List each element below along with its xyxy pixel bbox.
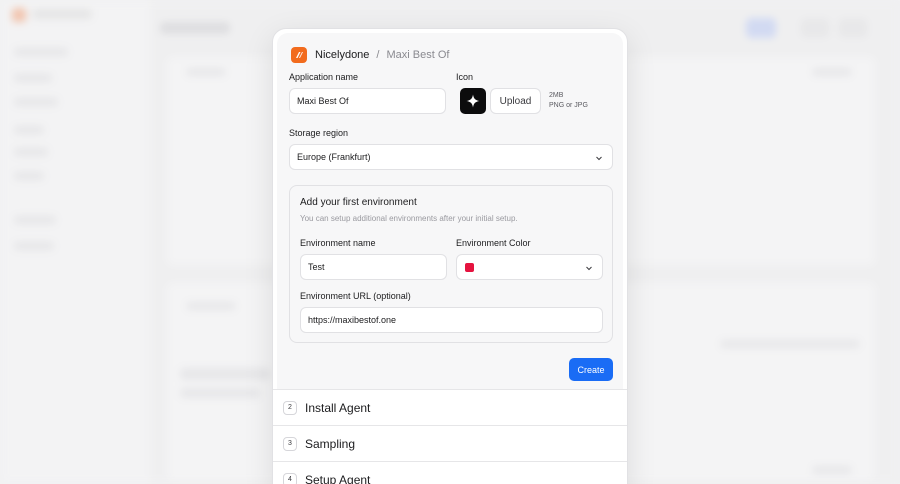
background-line bbox=[812, 466, 852, 474]
breadcrumb-org[interactable]: Nicelydone bbox=[315, 49, 369, 61]
background-logo-text bbox=[32, 9, 92, 19]
background-button bbox=[800, 18, 830, 38]
breadcrumb: Nicelydone / Maxi Best Of bbox=[291, 47, 449, 63]
background-nav-item bbox=[14, 216, 56, 224]
background-primary-button bbox=[746, 18, 776, 38]
upload-button[interactable]: Upload bbox=[490, 88, 541, 114]
background-line bbox=[186, 68, 226, 76]
environment-name-input[interactable] bbox=[308, 262, 446, 272]
background-nav-item bbox=[14, 98, 58, 106]
step-number: 4 bbox=[283, 472, 297, 484]
background-nav-item bbox=[14, 242, 54, 250]
sparkle-icon[interactable] bbox=[460, 88, 486, 114]
brand-logo-icon bbox=[291, 47, 307, 63]
step-number: 3 bbox=[283, 436, 297, 451]
step-setup-agent[interactable]: 4 Setup Agent bbox=[273, 461, 627, 484]
color-swatch bbox=[465, 262, 474, 272]
background-nav-item bbox=[14, 48, 68, 56]
environment-color-select[interactable] bbox=[456, 254, 603, 280]
storage-region-value: Europe (Frankfurt) bbox=[297, 152, 371, 162]
background-line bbox=[812, 68, 852, 76]
background-nav-item bbox=[14, 148, 48, 156]
background-button bbox=[838, 18, 868, 38]
environment-url-field[interactable] bbox=[300, 307, 603, 333]
icon-label: Icon bbox=[456, 72, 474, 82]
background-nav-item bbox=[14, 172, 44, 180]
breadcrumb-separator: / bbox=[376, 49, 380, 61]
step-label: Sampling bbox=[305, 436, 356, 451]
environment-name-field[interactable] bbox=[300, 254, 447, 280]
environment-url-input[interactable] bbox=[308, 315, 602, 325]
app-name-input[interactable] bbox=[297, 96, 445, 106]
background-nav-item bbox=[14, 126, 44, 134]
chevron-down-icon bbox=[586, 266, 592, 271]
background-title bbox=[160, 22, 230, 34]
app-name-label: Application name bbox=[289, 72, 359, 82]
step-number: 2 bbox=[283, 400, 297, 415]
app-name-field[interactable] bbox=[289, 88, 446, 114]
storage-region-label: Storage region bbox=[289, 128, 349, 138]
create-application-modal: Nicelydone / Maxi Best Of Application na… bbox=[272, 28, 628, 484]
background-line bbox=[720, 340, 860, 348]
environment-subtitle: You can setup additional environments af… bbox=[300, 214, 518, 223]
create-button[interactable]: Create bbox=[569, 358, 613, 381]
background-nav-item bbox=[14, 74, 52, 82]
chevron-down-icon bbox=[596, 156, 602, 161]
environment-title: Add your first environment bbox=[300, 197, 417, 208]
background-line bbox=[180, 368, 270, 380]
environment-card: Add your first environment You can setup… bbox=[289, 185, 613, 343]
step-label: Install Agent bbox=[305, 400, 371, 415]
background-sidebar bbox=[0, 0, 150, 484]
step-sampling[interactable]: 3 Sampling bbox=[273, 425, 627, 461]
breadcrumb-app: Maxi Best Of bbox=[386, 49, 450, 61]
environment-color-label: Environment Color bbox=[456, 238, 531, 248]
environment-url-label: Environment URL (optional) bbox=[300, 291, 411, 301]
step-label: Setup Agent bbox=[305, 472, 371, 484]
background-logo bbox=[12, 8, 26, 22]
upload-hint-types: PNG or JPG bbox=[549, 102, 588, 109]
storage-region-select[interactable]: Europe (Frankfurt) bbox=[289, 144, 613, 170]
environment-name-label: Environment name bbox=[300, 238, 376, 248]
background-line bbox=[186, 302, 236, 310]
upload-hint-size: 2MB bbox=[549, 92, 564, 99]
step-install-agent[interactable]: 2 Install Agent bbox=[273, 389, 627, 425]
background-line bbox=[180, 388, 260, 398]
